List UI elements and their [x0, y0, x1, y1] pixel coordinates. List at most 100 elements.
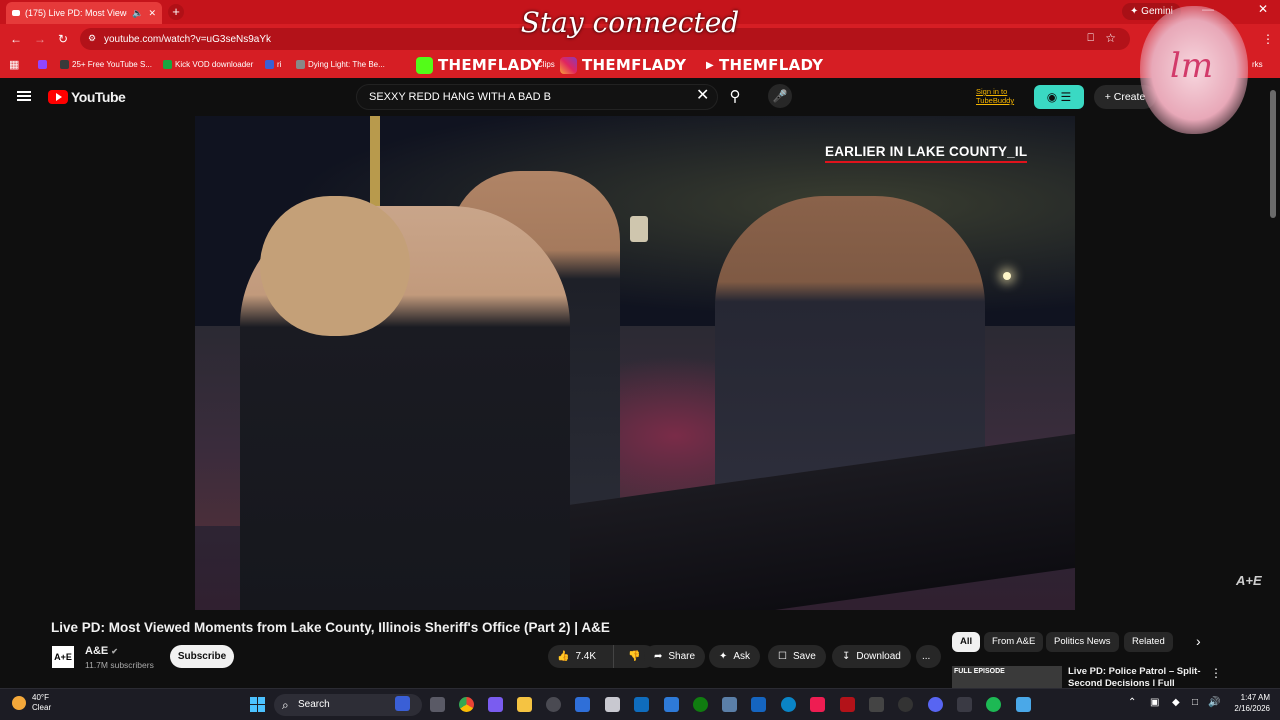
app-icon[interactable]	[722, 697, 737, 712]
tiktok-icon[interactable]	[810, 697, 825, 712]
chevron-right-icon[interactable]: ›	[1196, 633, 1201, 649]
app-icon[interactable]	[898, 697, 913, 712]
taskbar: 40°FClear Search ⌃ ▣ ◆ □ 🔊 1:47 AM2/16/2…	[0, 688, 1280, 720]
subscribe-button[interactable]: Subscribe	[170, 645, 234, 668]
reload-icon[interactable]: ↻	[58, 32, 68, 46]
app-icon[interactable]	[751, 697, 766, 712]
video-title: Live PD: Most Viewed Moments from Lake C…	[51, 620, 610, 635]
window-close-icon[interactable]: ✕	[1258, 2, 1268, 16]
browser-tab-youtube[interactable]: (175) Live PD: Most Viewed 🔈 ✕	[6, 2, 162, 24]
verified-icon: ✔	[111, 647, 118, 656]
volume-icon[interactable]: 🔊	[1208, 697, 1220, 708]
task-view-icon[interactable]	[430, 697, 445, 712]
site-info-icon[interactable]: ⚙	[88, 33, 96, 44]
like-dislike-group: 👍 7.4K 👎	[548, 645, 656, 668]
overlay-brand-label: THEMFLADY	[719, 56, 824, 74]
clear-search-icon[interactable]: ✕	[696, 85, 709, 105]
recommendation-thumbnail[interactable]: FULL EPISODE	[952, 666, 1062, 688]
share-button[interactable]: ➦ Share	[644, 645, 706, 668]
create-label: Create	[1113, 91, 1146, 103]
spotify-icon[interactable]	[986, 697, 1001, 712]
apps-grid-icon[interactable]: ▦	[9, 58, 19, 71]
tubebuddy-menu-button[interactable]: ◉ ☰	[1034, 85, 1084, 109]
channel-avatar[interactable]: A+E	[52, 646, 74, 668]
overlay-banner: Stay connected	[520, 6, 740, 39]
tab-close-icon[interactable]: ✕	[148, 8, 156, 19]
save-button[interactable]: ☐ Save	[768, 645, 826, 668]
channel-name[interactable]: A&E ✔	[85, 645, 118, 657]
bookmark-item-2[interactable]: Kick VOD downloader	[163, 60, 253, 69]
network-icon[interactable]: □	[1192, 697, 1198, 708]
bookmark-item-1[interactable]: 25+ Free YouTube S...	[60, 60, 152, 69]
tray-chevron-up-icon[interactable]: ⌃	[1128, 697, 1136, 708]
app-icon[interactable]	[840, 697, 855, 712]
app-icon[interactable]	[869, 697, 884, 712]
chip-all[interactable]: All	[952, 632, 981, 652]
download-button[interactable]: ↧ Download	[832, 645, 911, 668]
settings-icon[interactable]	[546, 697, 561, 712]
browser-menu-icon[interactable]: ⋮	[1262, 32, 1274, 46]
dislike-button[interactable]: 👎	[620, 651, 640, 662]
file-explorer-icon[interactable]	[517, 697, 532, 712]
forward-icon[interactable]: →	[34, 32, 46, 46]
menu-icon[interactable]	[17, 91, 31, 101]
chip-related[interactable]: Related	[1124, 632, 1173, 652]
tubebuddy-signin-link[interactable]: Sign in to TubeBuddy	[976, 87, 1032, 105]
store-icon[interactable]	[575, 697, 590, 712]
app-icon[interactable]	[634, 697, 649, 712]
like-button[interactable]: 👍 7.4K	[548, 645, 614, 668]
bookmark-twitch-icon[interactable]	[38, 60, 47, 69]
chip-politics-news[interactable]: Politics News	[1046, 632, 1119, 652]
share-icon: ➦	[654, 651, 663, 662]
install-icon[interactable]: ⎕	[1087, 32, 1094, 45]
instagram-icon	[560, 56, 577, 74]
app-icon[interactable]	[1016, 697, 1031, 712]
app-icon[interactable]	[957, 697, 972, 712]
ask-button[interactable]: ✦ Ask	[709, 645, 761, 668]
subscriber-count: 11.7M subscribers	[85, 660, 154, 670]
youtube-logo[interactable]: YouTube	[48, 89, 126, 105]
bookmark-icon: ☐	[778, 651, 787, 662]
app-icon[interactable]	[664, 697, 679, 712]
thumbnail-label: FULL EPISODE	[954, 668, 1005, 675]
discord-icon[interactable]	[928, 697, 943, 712]
new-tab-button[interactable]: +	[168, 4, 184, 20]
xbox-icon[interactable]	[693, 697, 708, 712]
more-actions-button[interactable]: ...	[916, 645, 941, 668]
search-input[interactable]: SEXXY REDD HANG WITH A BAD B	[356, 84, 718, 110]
sparkle-icon: ✦	[719, 651, 728, 662]
youtube-logo-icon	[48, 90, 68, 104]
bookmark-item-6[interactable]: rks	[1252, 60, 1263, 69]
start-windows-icon[interactable]	[250, 697, 265, 712]
bookmark-favicon-icon	[60, 60, 69, 69]
app-icon[interactable]	[781, 697, 796, 712]
recommendation-title[interactable]: Live PD: Police Patrol – Split-Second De…	[1068, 666, 1208, 686]
search-icon[interactable]: ⚲	[722, 84, 748, 110]
page-scrollbar[interactable]	[1270, 90, 1276, 218]
bookmark-star-icon[interactable]: ☆	[1105, 31, 1116, 45]
bookmark-item-4[interactable]: Dying Light: The Be...	[296, 60, 385, 69]
flag-icon[interactable]	[395, 696, 410, 711]
tray-app-icon[interactable]: ▣	[1150, 697, 1159, 708]
thumbs-up-icon: 👍	[557, 651, 570, 662]
back-icon[interactable]: ←	[10, 32, 22, 46]
recommendation-menu-icon[interactable]: ⋮	[1210, 666, 1222, 680]
weather-moon-icon	[12, 696, 26, 710]
channel-watermark[interactable]: A+E	[1236, 573, 1262, 588]
video-player[interactable]: EARLIER IN LAKE COUNTY_IL	[195, 116, 1075, 610]
bookmark-label: Dying Light: The Be...	[308, 60, 385, 69]
bookmark-label: 25+ Free YouTube S...	[72, 60, 152, 69]
clock-time: 1:47 AM	[1240, 693, 1270, 702]
bookmark-item-3[interactable]: ri	[265, 60, 281, 69]
microphone-icon[interactable]: 🎤	[768, 84, 792, 108]
system-clock[interactable]: 1:47 AM 2/16/2026	[1226, 692, 1270, 714]
speaker-icon[interactable]: 🔈	[132, 8, 143, 19]
tab-title: (175) Live PD: Most Viewed	[25, 8, 128, 18]
weather-widget[interactable]: 40°F Clear	[12, 693, 51, 713]
bookmarks-bar: ▦ 25+ Free YouTube S... Kick VOD downloa…	[0, 54, 1280, 78]
app-icon[interactable]	[605, 697, 620, 712]
copilot-icon[interactable]	[488, 697, 503, 712]
chip-from-ae[interactable]: From A&E	[984, 632, 1044, 652]
chrome-icon[interactable]	[459, 697, 474, 712]
tray-app-icon[interactable]: ◆	[1172, 697, 1180, 708]
